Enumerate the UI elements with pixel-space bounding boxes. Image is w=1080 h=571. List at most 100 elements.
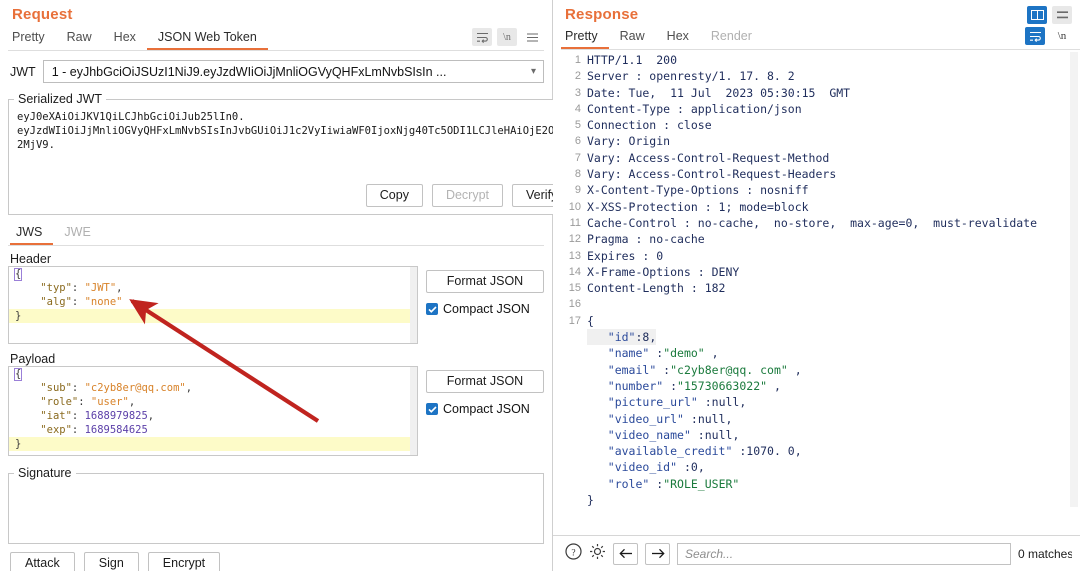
response-body-line: "id":8, [561, 329, 1080, 346]
decrypt-button[interactable]: Decrypt [431, 184, 504, 207]
payload-value-exp: 1689584625 [84, 424, 148, 436]
response-header-line: 2 Server : openresty/1. 17. 8. 2 [561, 68, 1080, 84]
menu-icon[interactable] [522, 28, 542, 46]
payload-compact-json-checkbox[interactable]: Compact JSON [426, 402, 544, 416]
header-controls: Format JSON Compact JSON [426, 266, 544, 344]
search-next-button[interactable] [645, 542, 670, 565]
payload-scrollbar[interactable] [410, 367, 417, 455]
response-header-line: 11 Cache-Control : no-cache, no-store, ma… [561, 215, 1080, 231]
json-value-name: "demo" [663, 346, 705, 361]
request-tabbar: Pretty Raw Hex JSON Web Token \n [8, 27, 544, 51]
tab-pretty[interactable]: Pretty [561, 29, 609, 49]
response-toolbar-icons: \n [1025, 27, 1072, 48]
payload-key-sub: "sub" [40, 382, 72, 394]
copy-button[interactable]: Copy [365, 184, 423, 207]
list-view-icon[interactable] [1052, 6, 1072, 24]
json-key-video-id: "video_id" [607, 460, 678, 475]
response-body[interactable]: 1 HTTP/1.1 200 2 Server : openresty/1. 17.… [561, 52, 1080, 507]
json-value-video-name: null [704, 427, 733, 442]
response-tabbar: Pretty Raw Hex Render \n [561, 26, 1080, 50]
chevron-down-icon: ▾ [530, 66, 536, 77]
json-value-video-id: 0 [690, 460, 698, 475]
json-key-name: "name" [607, 346, 650, 361]
tab-render[interactable]: Render [700, 29, 763, 49]
line-number: 12 [568, 233, 581, 246]
response-title: Response [565, 6, 639, 23]
signature-legend: Signature [18, 466, 72, 480]
response-header-line: 1 HTTP/1.1 200 [561, 52, 1080, 68]
newline-icon[interactable]: \n [497, 28, 517, 46]
header-legend: Header [10, 252, 51, 266]
json-value-email: "c2yb8er@qq. com" [670, 362, 788, 377]
help-icon[interactable]: ? [565, 542, 582, 565]
json-key-number: "number" [607, 378, 664, 393]
header-json-editor[interactable]: { "typ": "JWT", "alg": "none" } [8, 266, 418, 344]
burp-suite-jwt-window: Request Pretty Raw Hex JSON Web Token \n [0, 0, 1080, 571]
word-wrap-icon[interactable] [472, 28, 492, 46]
json-value-role: "ROLE_USER" [663, 476, 740, 491]
line-number: 1 [574, 54, 581, 66]
json-key-video-name: "video_name" [607, 427, 691, 442]
payload-json-editor[interactable]: { "sub": "c2yb8er@qq.com", "role": "user… [8, 366, 418, 456]
line-number: 3 [574, 86, 581, 99]
tab-jwe[interactable]: JWE [53, 225, 101, 245]
tab-json-web-token[interactable]: JSON Web Token [146, 30, 268, 50]
response-header-line: 6 Vary: Origin [561, 133, 1080, 149]
header-json-line: "typ": "JWT", [40, 282, 123, 294]
header-compact-json-label: Compact JSON [443, 302, 530, 316]
search-prev-button[interactable] [613, 542, 638, 565]
signature-field[interactable] [9, 480, 543, 543]
request-toolbar-icons: \n [472, 28, 542, 49]
attack-button[interactable]: Attack [10, 552, 75, 571]
svg-text:?: ? [571, 548, 575, 558]
split-view-icon[interactable] [1027, 6, 1047, 24]
tab-pretty[interactable]: Pretty [8, 30, 56, 50]
serialized-jwt-buttons: Copy Decrypt Verify [9, 178, 579, 214]
response-header-line: 13 Expires : 0 [561, 248, 1080, 264]
response-body-line: "role" :"ROLE_USER" [607, 476, 740, 491]
jwt-dropdown[interactable]: 1 - eyJhbGciOiJSUzI1NiJ9.eyJzdWIiOiJjMnl… [42, 60, 544, 83]
tab-hex[interactable]: Hex [656, 29, 700, 49]
serialized-jwt-text[interactable]: eyJ0eXAiOiJKV1QiLCJhbGciOiJub25lIn0. eyJ… [9, 106, 579, 178]
line-text: Vary: Origin [587, 134, 671, 149]
response-scrollbar[interactable] [1070, 52, 1078, 507]
response-body-line: "video_url" :null, [607, 411, 733, 426]
line-number: 5 [574, 119, 581, 132]
tab-raw[interactable]: Raw [609, 29, 656, 49]
gear-icon[interactable] [589, 543, 606, 565]
header-format-json-button[interactable]: Format JSON [426, 270, 544, 293]
response-header-line: 8 Vary: Access-Control-Request-Headers [561, 166, 1080, 182]
tab-jws[interactable]: JWS [10, 225, 54, 245]
jwt-selector-row: JWT 1 - eyJhbGciOiJSUzI1NiJ9.eyJzdWIiOiJ… [8, 60, 544, 83]
sign-button[interactable]: Sign [83, 552, 139, 571]
header-group: Header { "typ": "JWT", "alg": "none" } F… [8, 252, 544, 344]
line-text: Vary: Access-Control-Request-Headers [587, 167, 837, 182]
search-input[interactable]: Search... [677, 542, 1011, 565]
header-json-row: { "typ": "JWT", "alg": "none" } Format J… [8, 266, 544, 344]
header-json-line: "alg": "none" [40, 296, 123, 308]
line-number: 4 [574, 102, 581, 115]
payload-close-brace: } [15, 438, 22, 450]
word-wrap-icon[interactable] [1025, 27, 1045, 45]
encrypt-button[interactable]: Encrypt [147, 552, 221, 571]
serialized-line-2: eyJzdWIiOiJjMnliOGVyQHFxLmNvbSIsInJvbGUi… [17, 125, 574, 137]
serialized-line-1: eyJ0eXAiOiJKV1QiLCJhbGciOiJub25lIn0. [17, 111, 245, 123]
line-number: 6 [574, 135, 581, 148]
jwt-label: JWT [10, 64, 36, 79]
header-scrollbar[interactable] [410, 267, 417, 343]
response-header-line: 9 X-Content-Type-Options : nosniff [561, 182, 1080, 198]
header-compact-json-checkbox[interactable]: Compact JSON [426, 302, 544, 316]
payload-format-json-button[interactable]: Format JSON [426, 370, 544, 393]
checkbox-checked-icon [426, 403, 438, 415]
payload-compact-json-label: Compact JSON [443, 402, 530, 416]
header-close-brace: } [15, 310, 22, 322]
response-body-line: "picture_url" :null, [607, 395, 747, 410]
payload-key-iat: "iat" [40, 410, 72, 422]
line-text: Cache-Control : no-cache, no-store, max-… [587, 215, 1038, 230]
response-json-body: "id":8, "name" :"demo" , "email" :"c2yb8… [561, 329, 1080, 507]
tab-hex[interactable]: Hex [103, 30, 147, 50]
response-body-line: "name" :"demo" , [607, 346, 719, 361]
tab-raw[interactable]: Raw [56, 30, 103, 50]
response-body-line: "video_id" :0, [607, 460, 705, 475]
newline-icon[interactable]: \n [1052, 27, 1072, 45]
